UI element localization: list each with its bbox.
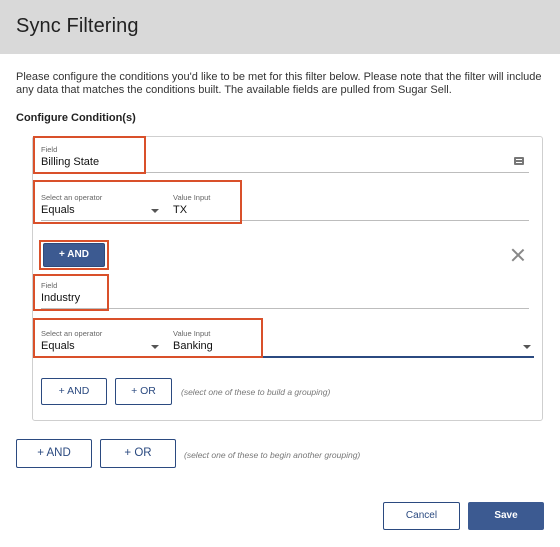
inner-add-and-button[interactable]: + AND <box>41 378 107 405</box>
condition2-field-underline <box>41 308 529 309</box>
highlight-box <box>33 274 109 311</box>
cancel-button[interactable]: Cancel <box>383 502 460 530</box>
chevron-down-icon[interactable] <box>523 345 531 349</box>
list-icon[interactable] <box>514 157 524 165</box>
highlight-box <box>33 180 242 224</box>
save-button[interactable]: Save <box>468 502 544 530</box>
outer-add-and-button[interactable]: + AND <box>16 439 92 468</box>
inner-grouping-hint: (select one of these to build a grouping… <box>181 387 331 397</box>
highlight-box <box>39 240 109 270</box>
highlight-box <box>33 318 263 358</box>
outer-grouping-hint: (select one of these to begin another gr… <box>184 450 361 460</box>
close-icon[interactable] <box>511 248 525 262</box>
outer-add-or-button[interactable]: + OR <box>100 439 176 468</box>
highlight-box <box>33 136 146 174</box>
dialog-title: Sync Filtering <box>16 15 139 37</box>
section-title: Configure Condition(s) <box>16 112 136 124</box>
dialog-description: Please configure the conditions you'd li… <box>16 71 542 96</box>
dialog-header: Sync Filtering <box>0 0 560 54</box>
inner-add-or-button[interactable]: + OR <box>115 378 172 405</box>
